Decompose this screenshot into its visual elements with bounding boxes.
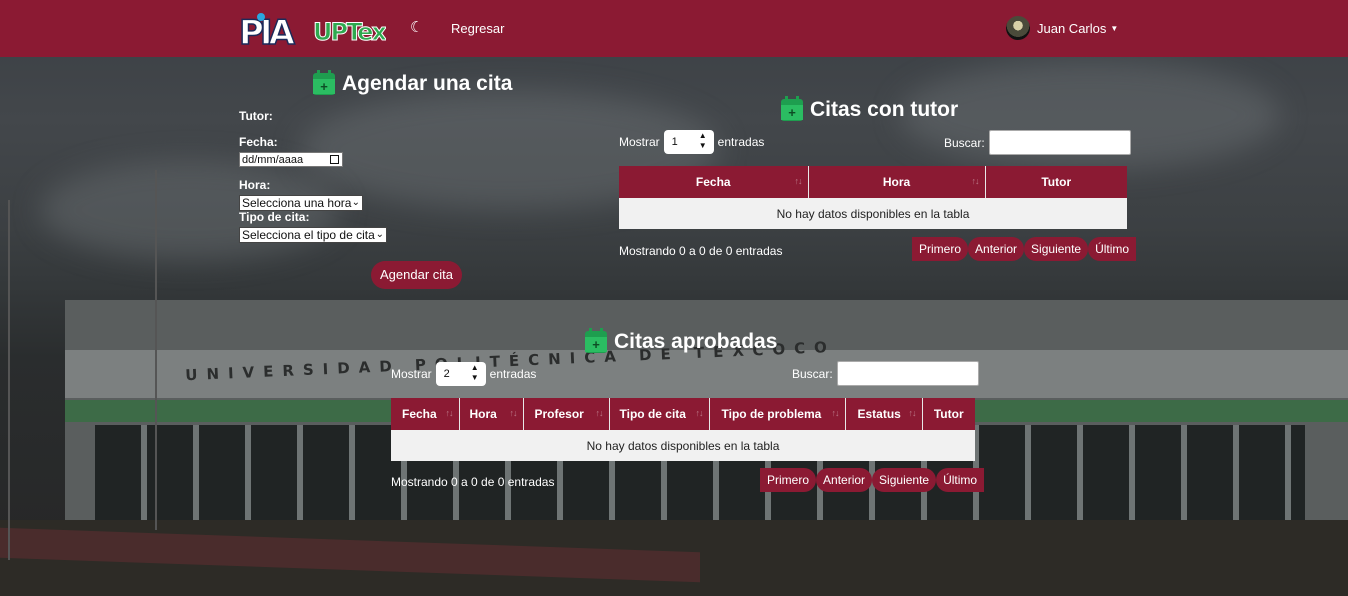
column-header[interactable]: Tutor: [984, 166, 1127, 198]
date-label: Fecha:: [239, 135, 278, 149]
tutor-label: Tutor:: [239, 109, 273, 123]
chevron-down-icon: ⌄: [375, 229, 384, 240]
uptex-logo[interactable]: UPTex: [312, 14, 387, 45]
time-select[interactable]: Selecciona una hora ⌄: [239, 195, 363, 211]
tutor-search-input[interactable]: [988, 130, 1131, 155]
column-header[interactable]: Tipo de problema ↑↓: [708, 398, 845, 430]
updown-icon: ▲ ▼: [698, 131, 707, 150]
calendar-plus-icon: [585, 328, 607, 353]
tutor-pagination: Primero Anterior Siguiente Último: [912, 237, 1137, 261]
column-header[interactable]: Hora ↑↓: [807, 166, 985, 198]
background-photo: UNIVERSIDAD POLITÉCNICA DE TEXCOCO: [0, 0, 1348, 596]
sort-icon: ↑↓: [695, 408, 704, 418]
column-header[interactable]: Tipo de cita ↑↓: [608, 398, 709, 430]
empty-row: No hay datos disponibles en la tabla: [391, 430, 975, 461]
previous-page-button[interactable]: Anterior: [816, 468, 873, 492]
svg-text:PIA: PIA: [239, 13, 296, 47]
column-header[interactable]: Fecha ↑↓: [391, 398, 459, 430]
approved-appointments-title: Citas aprobadas: [585, 328, 777, 354]
column-header[interactable]: Profesor ↑↓: [522, 398, 609, 430]
avatar: [1006, 16, 1030, 40]
schedule-button[interactable]: Agendar cita: [371, 261, 462, 289]
sort-icon: ↑↓: [794, 176, 803, 186]
dark-mode-moon-icon[interactable]: ☾: [410, 19, 428, 37]
tutor-appointments-table: Fecha ↑↓ Hora ↑↓ Tutor No hay datos dispon…: [619, 166, 1127, 229]
first-page-button[interactable]: Primero: [912, 237, 969, 261]
date-input[interactable]: dd/mm/aaaa: [239, 152, 343, 167]
svg-text:UPTex: UPTex: [313, 18, 386, 44]
approved-pagination: Primero Anterior Siguiente Último: [760, 468, 985, 492]
tutor-length-control: Mostrar 1 ▲ ▼ entradas: [619, 130, 764, 154]
sort-icon: ↑↓: [509, 408, 518, 418]
type-select[interactable]: Selecciona el tipo de cita ⌄: [239, 227, 387, 243]
approved-table-info: Mostrando 0 a 0 de 0 entradas: [391, 475, 555, 489]
column-header[interactable]: Tutor: [921, 398, 975, 430]
caret-down-icon: ▼: [1110, 23, 1119, 33]
tutor-length-select[interactable]: 1 ▲ ▼: [663, 130, 714, 154]
sort-icon: ↑↓: [831, 408, 840, 418]
updown-icon: ▲ ▼: [470, 363, 479, 382]
sort-icon: ↑↓: [908, 408, 917, 418]
approved-search: Buscar:: [792, 361, 979, 386]
calendar-plus-icon: [781, 96, 803, 121]
back-link[interactable]: Regresar: [451, 21, 504, 36]
tutor-table-info: Mostrando 0 a 0 de 0 entradas: [619, 244, 783, 258]
calendar-plus-icon: [313, 70, 335, 95]
sort-icon: ↑↓: [445, 408, 454, 418]
first-page-button[interactable]: Primero: [760, 468, 817, 492]
tutor-appointments-title: Citas con tutor: [781, 96, 958, 122]
approved-length-control: Mostrar 2 ▲ ▼ entradas: [391, 362, 536, 386]
time-label: Hora:: [239, 178, 271, 192]
chevron-down-icon: ⌄: [351, 197, 360, 208]
approved-appointments-table: Fecha ↑↓ Hora ↑↓ Profesor ↑↓ Tipo de cita ↑↓…: [391, 398, 975, 461]
last-page-button[interactable]: Último: [1088, 237, 1137, 261]
sort-icon: ↑↓: [971, 176, 980, 186]
sort-icon: ↑↓: [595, 408, 604, 418]
user-name: Juan Carlos: [1037, 20, 1107, 36]
approved-search-input[interactable]: [836, 361, 979, 386]
last-page-button[interactable]: Último: [936, 468, 985, 492]
approved-length-select[interactable]: 2 ▲ ▼: [435, 362, 486, 386]
schedule-title: Agendar una cita: [313, 70, 512, 96]
type-label: Tipo de cita:: [239, 210, 310, 224]
navbar: PIA UPTex ☾ Regresar Juan Carlos ▼: [0, 0, 1348, 57]
pia-logo[interactable]: PIA: [238, 9, 298, 47]
column-header[interactable]: Fecha ↑↓: [619, 166, 808, 198]
column-header[interactable]: Estatus ↑↓: [844, 398, 922, 430]
calendar-icon: [330, 155, 339, 164]
tutor-search: Buscar:: [944, 130, 1131, 155]
empty-row: No hay datos disponibles en la tabla: [619, 198, 1127, 229]
column-header[interactable]: Hora ↑↓: [458, 398, 523, 430]
next-page-button[interactable]: Siguiente: [1024, 237, 1089, 261]
previous-page-button[interactable]: Anterior: [968, 237, 1025, 261]
next-page-button[interactable]: Siguiente: [872, 468, 937, 492]
user-menu-dropdown[interactable]: Juan Carlos ▼: [1006, 16, 1118, 40]
